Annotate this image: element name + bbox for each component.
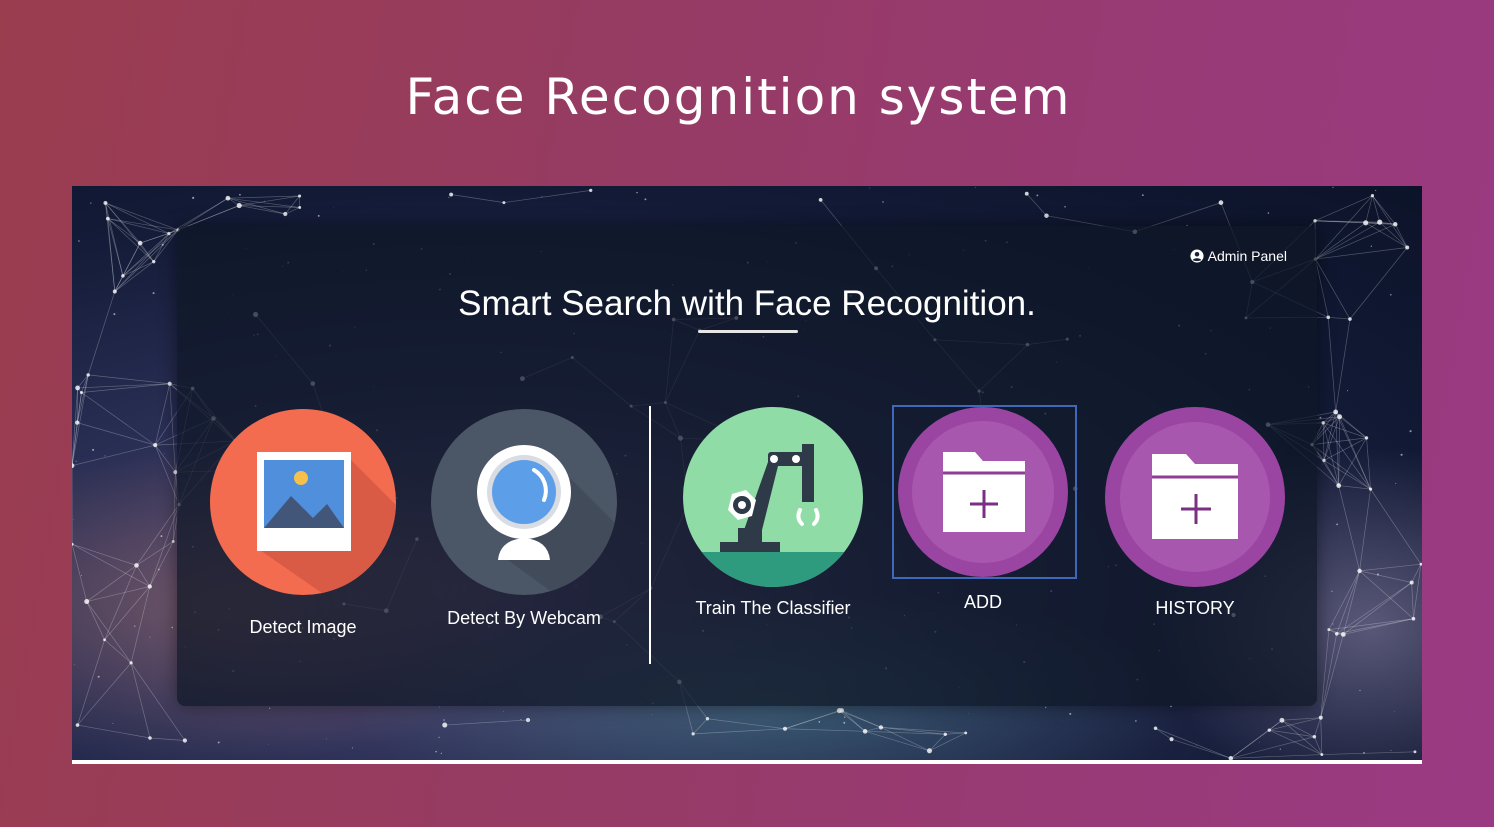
tile-detect-by-webcam[interactable]: Detect By Webcam (430, 408, 618, 648)
tile-label: Train The Classifier (695, 598, 851, 618)
main-panel: Admin Panel Smart Search with Face Recog… (177, 226, 1317, 706)
user-circle-icon (1190, 249, 1204, 263)
tile-detect-image[interactable]: Detect Image (209, 408, 397, 648)
page-title: Face Recognition system (405, 68, 1072, 126)
heading-underline (698, 330, 798, 333)
tile-train-the-classifier[interactable]: Train The Classifier (682, 406, 864, 646)
tile-add[interactable]: ADD (897, 406, 1069, 646)
admin-panel-link[interactable]: Admin Panel (1190, 248, 1287, 264)
app-screen: Admin Panel Smart Search with Face Recog… (72, 186, 1422, 764)
image-icon (210, 409, 396, 595)
tile-label: ADD (963, 592, 1003, 612)
add-folder-icon (898, 407, 1068, 577)
robot-arm-icon (683, 407, 863, 587)
admin-panel-label: Admin Panel (1207, 248, 1287, 264)
vertical-divider (649, 406, 651, 664)
tile-label: Detect By Webcam (447, 608, 601, 628)
tile-label: HISTORY (1155, 598, 1235, 618)
panel-heading: Smart Search with Face Recognition. (458, 284, 1036, 323)
tile-history[interactable]: HISTORY (1104, 406, 1286, 646)
tile-label: Detect Image (249, 617, 357, 637)
webcam-icon (431, 409, 617, 595)
add-folder-icon (1105, 407, 1285, 587)
